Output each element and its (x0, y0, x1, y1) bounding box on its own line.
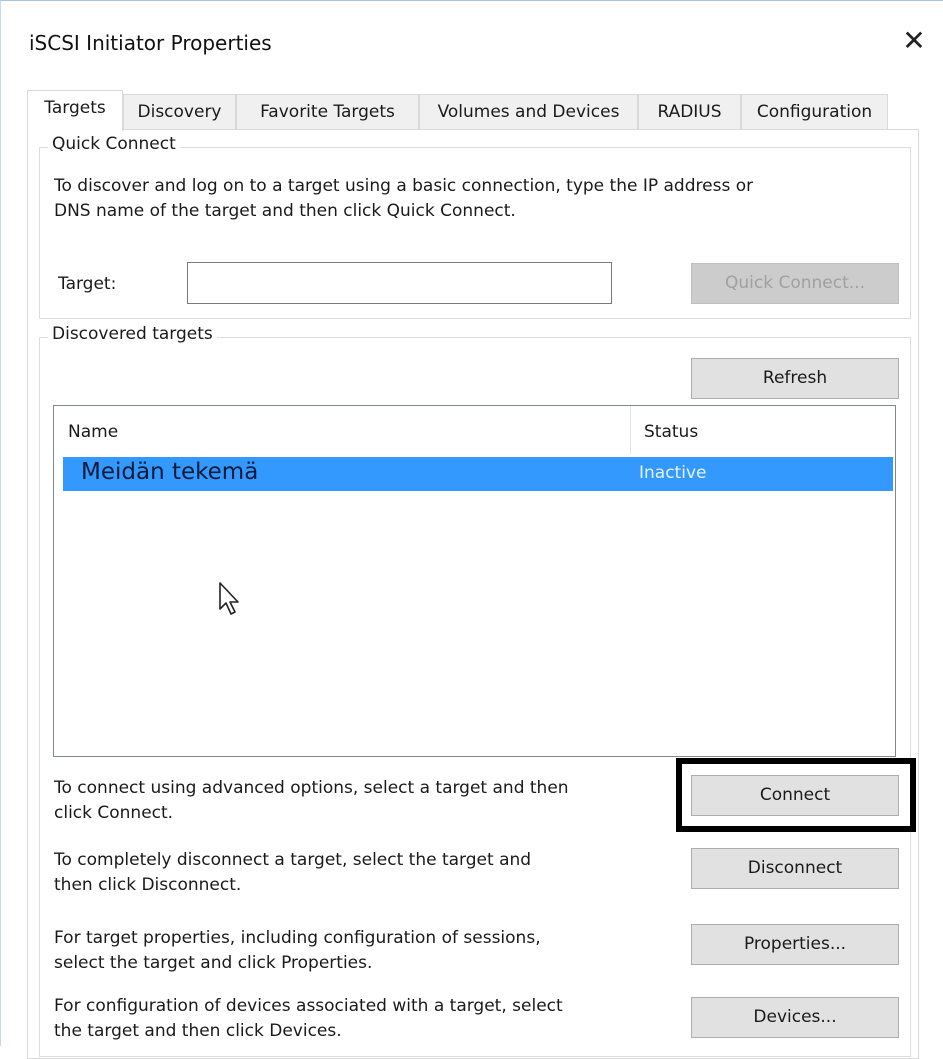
disconnect-description-line2: then click Disconnect. (54, 875, 242, 895)
tab-configuration[interactable]: Configuration (741, 94, 888, 130)
quick-connect-button[interactable]: Quick Connect... (691, 263, 899, 304)
column-header-status[interactable]: Status (644, 422, 698, 442)
connect-description-line1: To connect using advanced options, selec… (54, 778, 569, 798)
devices-description-line1: For configuration of devices associated … (54, 996, 563, 1016)
quick-connect-group-label: Quick Connect (48, 134, 180, 154)
column-header-name[interactable]: Name (68, 422, 118, 442)
properties-description-line2: select the target and click Properties. (54, 953, 373, 973)
tab-volumes-and-devices[interactable]: Volumes and Devices (419, 94, 638, 130)
tab-discovery[interactable]: Discovery (123, 94, 236, 130)
quick-connect-description-line2: DNS name of the target and then click Qu… (54, 201, 516, 221)
iscsi-initiator-properties-window: iSCSI Initiator Properties ✕ Targets Dis… (0, 0, 943, 1059)
quick-connect-description-line1: To discover and log on to a target using… (54, 176, 754, 196)
devices-description-line2: the target and then click Devices. (54, 1021, 342, 1041)
discovered-targets-group-label: Discovered targets (48, 324, 217, 344)
column-divider[interactable] (630, 406, 631, 454)
window-title: iSCSI Initiator Properties (29, 31, 272, 55)
target-label: Target: (58, 274, 117, 294)
disconnect-button[interactable]: Disconnect (691, 848, 899, 889)
properties-description-line1: For target properties, including configu… (54, 928, 541, 948)
refresh-button[interactable]: Refresh (691, 358, 899, 399)
list-item[interactable]: Meidän tekemä Inactive (63, 457, 893, 491)
disconnect-description-line1: To completely disconnect a target, selec… (54, 850, 532, 870)
list-header: Name Status (54, 406, 895, 456)
tab-favorite-targets[interactable]: Favorite Targets (236, 94, 419, 130)
tab-radius[interactable]: RADIUS (638, 94, 741, 130)
target-input[interactable] (187, 262, 612, 304)
connect-description-line2: click Connect. (54, 803, 174, 823)
target-name: Meidän tekemä (81, 459, 259, 485)
title-bar: iSCSI Initiator Properties ✕ (1, 1, 943, 81)
target-status: Inactive (639, 463, 707, 483)
devices-button[interactable]: Devices... (691, 997, 899, 1038)
close-icon[interactable]: ✕ (896, 23, 932, 59)
targets-list[interactable]: Name Status Meidän tekemä Inactive (53, 405, 896, 757)
connect-highlight-box (676, 758, 916, 832)
mouse-pointer-icon (219, 582, 239, 615)
tab-targets[interactable]: Targets (27, 90, 123, 131)
properties-button[interactable]: Properties... (691, 924, 899, 965)
